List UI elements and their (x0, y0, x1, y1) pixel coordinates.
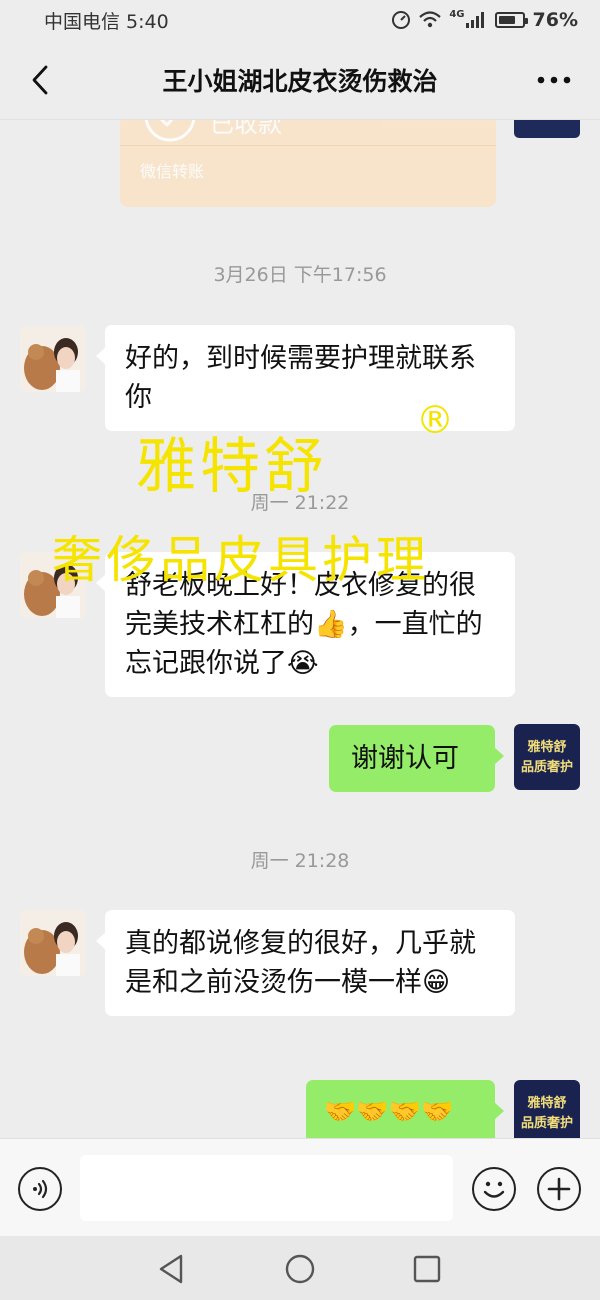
timestamp: 周一 21:22 (250, 492, 350, 514)
handshake-emoji: 🤝🤝🤝🤝 (324, 1097, 454, 1127)
chevron-left-icon (32, 65, 48, 95)
square-recents-icon (413, 1255, 441, 1283)
transfer-card[interactable]: 已收款 微信转账 (120, 120, 496, 207)
input-bar (0, 1138, 600, 1236)
triangle-back-icon (159, 1254, 183, 1284)
message-text: 好的，到时候需要护理就联系你 (125, 343, 476, 413)
message-bubble-sent[interactable]: 🤝🤝🤝🤝 (306, 1080, 504, 1138)
avatar-image (20, 552, 86, 618)
battery-percent: 76% (532, 9, 578, 31)
voice-icon (33, 1179, 48, 1199)
back-button[interactable] (22, 62, 58, 98)
plus-button[interactable] (537, 1167, 581, 1211)
message-bubble-received[interactable]: 舒老板晚上好！皮衣修复的很完美技术杠杠的👍，一直忙的忘记跟你说了😭 (96, 552, 515, 697)
avatar-brand[interactable]: 雅特舒 品质奢护 (514, 1080, 580, 1138)
status-bar: 中国电信 5:40 4G 76% (0, 0, 600, 40)
more-dots-icon (537, 76, 571, 84)
brand-line1: 雅特舒 (527, 740, 567, 755)
avatar[interactable] (20, 552, 86, 618)
system-nav-bar (0, 1236, 600, 1300)
emoji-icon (483, 1181, 505, 1198)
brand-line2: 品质奢护 (520, 1116, 573, 1131)
plus-icon (547, 1177, 571, 1201)
transfer-label: 微信转账 (140, 162, 205, 181)
message-text: 舒老板晚上好！皮衣修复的很完美技术杠杠的👍，一直忙的忘记跟你说了😭 (125, 570, 483, 679)
battery-level (498, 16, 516, 24)
avatar[interactable] (20, 910, 86, 976)
avatar-image (20, 910, 86, 976)
signal-icon: 4G (449, 8, 486, 29)
avatar-image (20, 326, 86, 392)
circle-home-icon (285, 1254, 315, 1284)
message-bubble-received[interactable]: 好的，到时候需要护理就联系你 (96, 325, 515, 431)
status-icons: 4G 76% (391, 9, 578, 31)
emoji-button[interactable] (472, 1167, 516, 1211)
message-text: 真的都说修复的很好，几乎就是和之前没烫伤一模一样😁 (125, 928, 476, 998)
message-input[interactable] (80, 1155, 453, 1221)
timestamp: 周一 21:28 (250, 850, 350, 872)
nav-recents-button[interactable] (410, 1252, 444, 1286)
chat-area[interactable]: 已收款 微信转账 3月26日 下午17:56 好的，到时候需要护理就联系你 周一… (0, 120, 600, 1138)
nav-home-button[interactable] (283, 1252, 317, 1286)
network-label: 4G (449, 8, 465, 20)
divider (120, 145, 496, 146)
transfer-status: 已收款 (210, 120, 282, 138)
avatar-brand[interactable]: 雅特舒 品质奢护 (514, 724, 580, 790)
timestamp: 3月26日 下午17:56 (213, 264, 387, 286)
brand-line1: 雅特舒 (527, 1096, 567, 1111)
speed-icon (391, 10, 411, 30)
more-button[interactable] (534, 62, 574, 98)
message-text: 谢谢认可 (351, 743, 459, 774)
carrier-time: 中国电信 5:40 (44, 10, 169, 33)
chat-title: 王小姐湖北皮衣烫伤救治 (162, 66, 438, 96)
check-circle-icon (144, 120, 196, 142)
brand-line2: 品质奢护 (520, 760, 573, 775)
nav-back-button[interactable] (155, 1252, 189, 1286)
chat-header: 王小姐湖北皮衣烫伤救治 (0, 40, 600, 120)
battery-icon (494, 12, 528, 28)
avatar-partial[interactable] (514, 120, 580, 138)
voice-button[interactable] (18, 1167, 62, 1211)
message-bubble-received[interactable]: 真的都说修复的很好，几乎就是和之前没烫伤一模一样😁 (96, 910, 515, 1016)
wifi-icon (419, 11, 442, 29)
avatar[interactable] (20, 326, 86, 392)
message-bubble-sent[interactable]: 谢谢认可 (329, 725, 504, 792)
